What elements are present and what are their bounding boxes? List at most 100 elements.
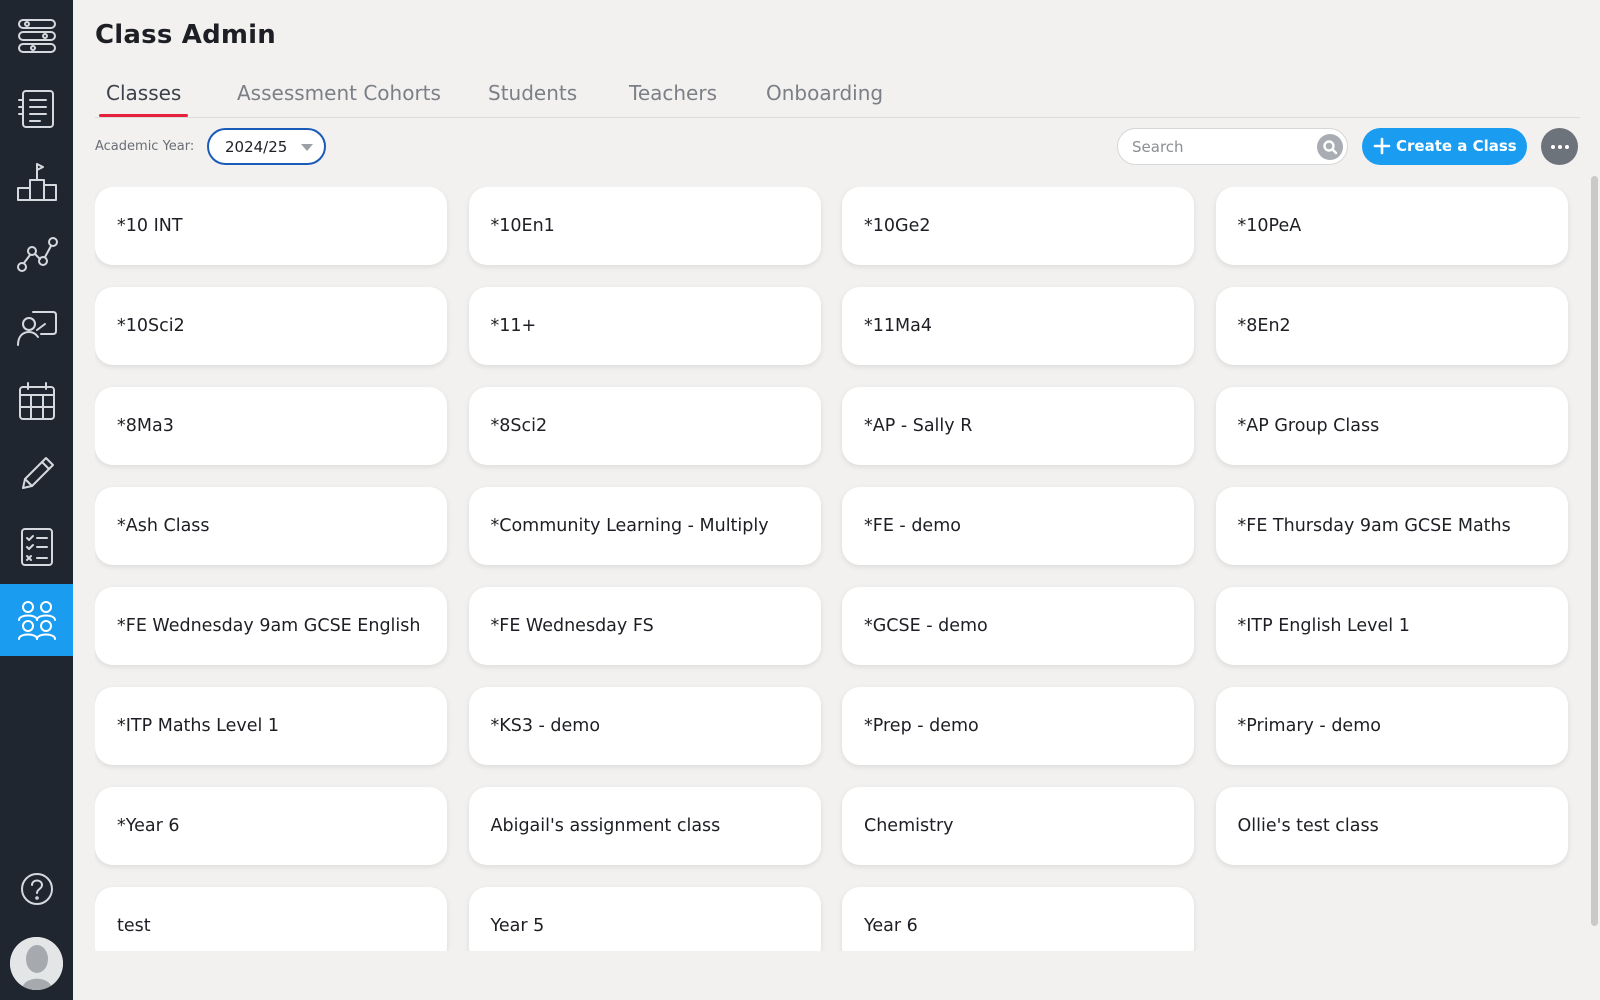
class-card[interactable]: *AP - Sally R: [842, 387, 1194, 465]
class-card[interactable]: *FE Wednesday FS: [468, 587, 821, 665]
class-card[interactable]: *10Sci2: [95, 287, 447, 365]
sidebar-item-help[interactable]: [0, 853, 73, 925]
academic-year-select[interactable]: 2024/25: [207, 128, 326, 165]
class-card-label: *10Ge2: [864, 216, 931, 236]
sidebar-item-podium[interactable]: [0, 146, 73, 218]
plus-icon: [1372, 136, 1392, 156]
class-card[interactable]: *8Sci2: [468, 387, 821, 465]
class-card-label: *FE Thursday 9am GCSE Maths: [1237, 516, 1511, 536]
sidebar-item-teaching[interactable]: [0, 292, 73, 364]
class-card-label: Year 5: [490, 916, 545, 936]
class-card[interactable]: *Year 6: [95, 787, 447, 865]
create-class-label: Create a Class: [1396, 137, 1517, 155]
class-card[interactable]: *Primary - demo: [1215, 687, 1568, 765]
search-button[interactable]: [1317, 134, 1343, 160]
class-card-label: test: [117, 916, 151, 936]
chevron-down-icon: [301, 144, 313, 151]
vertical-scrollbar[interactable]: [1591, 176, 1598, 926]
search-box: [1117, 128, 1348, 165]
class-card[interactable]: *FE Wednesday 9am GCSE English: [95, 587, 447, 665]
class-card-label: *Primary - demo: [1237, 716, 1381, 736]
list-icon: [17, 90, 54, 128]
class-card[interactable]: Ollie's test class: [1215, 787, 1568, 865]
class-card-label: *Prep - demo: [864, 716, 979, 736]
academic-year-label: Academic Year:: [95, 139, 195, 154]
class-card-label: *Ash Class: [117, 516, 210, 536]
tab-students[interactable]: Students: [488, 81, 577, 105]
active-tab-indicator: [99, 114, 188, 117]
class-card-label: Ollie's test class: [1237, 816, 1379, 836]
class-card[interactable]: test: [95, 887, 447, 951]
sidebar: [0, 0, 73, 1000]
sidebar-item-checklist[interactable]: [0, 511, 73, 583]
class-card-label: *ITP English Level 1: [1237, 616, 1410, 636]
class-grid: *10 INT *10En1 *10Ge2 *10PeA *10Sci2 *11…: [95, 187, 1580, 951]
users-icon: [17, 601, 56, 640]
class-card-label: *FE Wednesday FS: [490, 616, 654, 636]
class-card[interactable]: *GCSE - demo: [842, 587, 1194, 665]
class-card[interactable]: *FE Thursday 9am GCSE Maths: [1215, 487, 1568, 565]
class-card[interactable]: *AP Group Class: [1215, 387, 1568, 465]
calendar-icon: [18, 382, 55, 420]
class-card[interactable]: *ITP Maths Level 1: [95, 687, 447, 765]
class-card[interactable]: *11Ma4: [842, 287, 1194, 365]
class-card[interactable]: *10PeA: [1215, 187, 1568, 265]
class-card[interactable]: *Community Learning - Multiply: [468, 487, 821, 565]
class-card[interactable]: *10En1: [468, 187, 821, 265]
page-title: Class Admin: [95, 20, 276, 50]
class-card-label: *ITP Maths Level 1: [117, 716, 280, 736]
class-card[interactable]: Abigail's assignment class: [468, 787, 821, 865]
sidebar-item-edit[interactable]: [0, 438, 73, 510]
class-card[interactable]: *FE - demo: [842, 487, 1194, 565]
class-card[interactable]: *Ash Class: [95, 487, 447, 565]
tab-onboarding[interactable]: Onboarding: [766, 81, 883, 105]
avatar[interactable]: [10, 937, 63, 990]
class-card[interactable]: *KS3 - demo: [468, 687, 821, 765]
sidebar-item-calendar[interactable]: [0, 365, 73, 437]
class-card[interactable]: *8Ma3: [95, 387, 447, 465]
class-card-label: Year 6: [864, 916, 918, 936]
class-card[interactable]: *Prep - demo: [842, 687, 1194, 765]
class-card[interactable]: Year 5: [468, 887, 821, 951]
tab-teachers[interactable]: Teachers: [629, 81, 717, 105]
class-card-label: *10Sci2: [117, 316, 185, 336]
class-card-label: *10 INT: [117, 216, 183, 236]
class-card-label: *Year 6: [117, 816, 180, 836]
ellipsis-icon: [1550, 144, 1555, 149]
more-options-button[interactable]: [1541, 128, 1578, 165]
help-icon: [20, 873, 53, 905]
class-card-label: *AP Group Class: [1237, 416, 1380, 436]
class-card-label: *AP - Sally R: [864, 416, 973, 436]
tab-classes[interactable]: Classes: [106, 81, 181, 105]
sidebar-item-list[interactable]: [0, 73, 73, 145]
class-card[interactable]: *10 INT: [95, 187, 447, 265]
class-card[interactable]: *11+: [468, 287, 821, 365]
analytics-icon: [16, 237, 58, 272]
tab-bar: Classes Assessment Cohorts Students Teac…: [95, 78, 1580, 118]
pencil-icon: [21, 457, 54, 489]
class-card-label: *8Sci2: [490, 416, 548, 436]
class-card-label: *GCSE - demo: [864, 616, 988, 636]
class-card-label: *10PeA: [1237, 216, 1302, 236]
search-input[interactable]: [1132, 136, 1302, 158]
class-card-label: *8En2: [1237, 316, 1291, 336]
academic-year-value: 2024/25: [225, 138, 288, 156]
create-class-button[interactable]: Create a Class: [1362, 128, 1527, 165]
sidebar-item-users[interactable]: [0, 584, 73, 656]
class-card-label: *10En1: [490, 216, 555, 236]
class-card[interactable]: *ITP English Level 1: [1215, 587, 1568, 665]
sidebar-item-workflow[interactable]: [0, 0, 73, 72]
class-grid-viewport: *10 INT *10En1 *10Ge2 *10PeA *10Sci2 *11…: [95, 187, 1580, 951]
class-card[interactable]: *8En2: [1215, 287, 1568, 365]
class-card-label: *11+: [490, 316, 537, 336]
class-card[interactable]: Year 6: [842, 887, 1194, 951]
workflow-icon: [17, 19, 56, 53]
sidebar-item-analytics[interactable]: [0, 219, 73, 291]
teacher-board-icon: [16, 311, 57, 346]
user-avatar-icon: [10, 937, 63, 990]
class-card-label: Abigail's assignment class: [490, 816, 721, 836]
tab-assessment-cohorts[interactable]: Assessment Cohorts: [237, 81, 441, 105]
class-card-label: *11Ma4: [864, 316, 932, 336]
class-card[interactable]: Chemistry: [842, 787, 1194, 865]
class-card[interactable]: *10Ge2: [842, 187, 1194, 265]
